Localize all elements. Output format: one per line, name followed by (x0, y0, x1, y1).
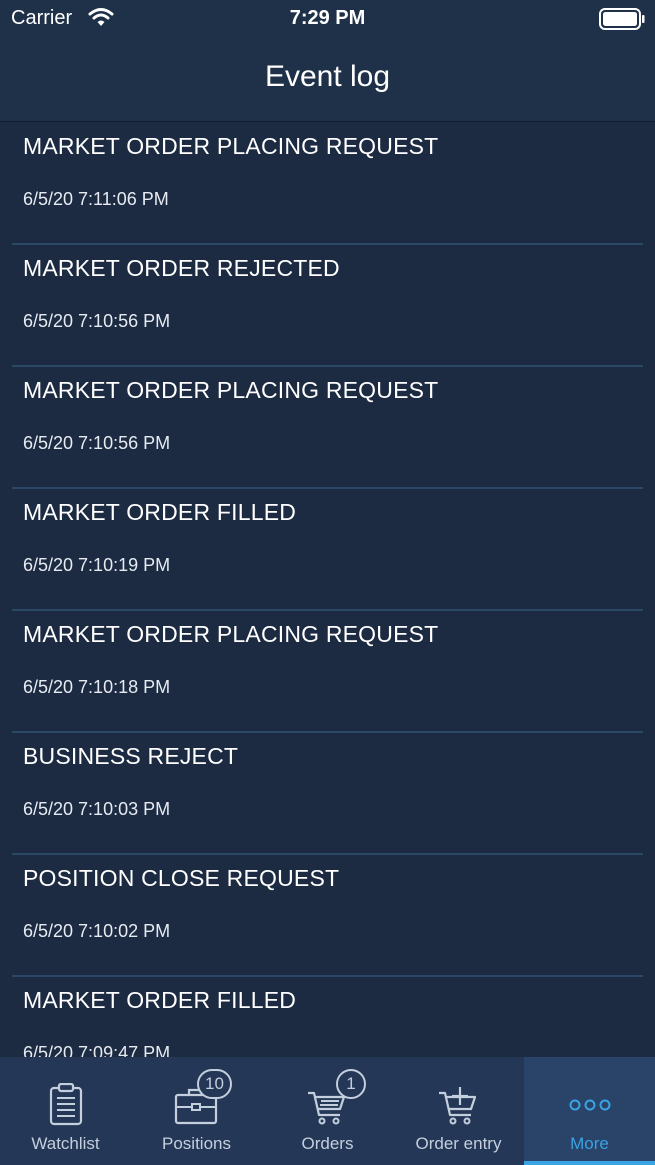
event-title: MARKET ORDER FILLED (23, 499, 297, 525)
event-timestamp: 6/5/20 7:10:56 PM (23, 311, 171, 331)
tab-order-entry-label: Order entry (415, 1134, 502, 1153)
event-timestamp: 6/5/20 7:09:47 PM (23, 1043, 171, 1057)
carrier-label: Carrier (11, 7, 73, 29)
event-title: MARKET ORDER PLACING REQUEST (23, 621, 439, 647)
tab-more[interactable]: More (524, 1057, 655, 1165)
tab-watchlist-label: Watchlist (31, 1134, 100, 1153)
event-title: MARKET ORDER FILLED (23, 987, 297, 1013)
status-bar: Carrier 7:29 PM (0, 0, 655, 38)
event-log-row[interactable]: MARKET ORDER PLACING REQUEST 6/5/20 7:11:… (12, 123, 643, 245)
tab-orders-label: Orders (301, 1134, 354, 1153)
event-title: MARKET ORDER PLACING REQUEST (23, 377, 439, 403)
more-icon (524, 1083, 655, 1127)
tab-orders[interactable]: 1 Orders (262, 1057, 393, 1165)
event-log-row[interactable]: MARKET ORDER PLACING REQUEST 6/5/20 7:10:… (12, 367, 643, 489)
event-log-row[interactable]: POSITION CLOSE REQUEST 6/5/20 7:10:02 PM (12, 855, 643, 977)
event-log-row[interactable]: MARKET ORDER REJECTED 6/5/20 7:10:56 PM (12, 245, 643, 367)
tab-positions-label: Positions (162, 1134, 231, 1153)
event-log-list[interactable]: MARKET ORDER PLACING REQUEST 6/5/20 7:11:… (0, 123, 655, 1057)
cart-icon (262, 1083, 393, 1127)
wifi-icon (88, 6, 114, 33)
event-log-row[interactable]: MARKET ORDER FILLED 6/5/20 7:10:19 PM (12, 489, 643, 611)
event-timestamp: 6/5/20 7:11:06 PM (23, 189, 169, 209)
active-tab-indicator (524, 1161, 655, 1165)
cart-add-icon (393, 1083, 524, 1127)
event-title: BUSINESS REJECT (23, 743, 239, 769)
page-title: Event log (264, 60, 391, 93)
event-title: MARKET ORDER PLACING REQUEST (23, 133, 439, 159)
event-timestamp: 6/5/20 7:10:56 PM (23, 433, 171, 453)
tab-bar: Watchlist 10 Positions 1 Orders Order en… (0, 1057, 655, 1165)
event-title: POSITION CLOSE REQUEST (23, 865, 340, 891)
tab-order-entry[interactable]: Order entry (393, 1057, 524, 1165)
briefcase-icon (131, 1083, 262, 1127)
navigation-bar: Event log (0, 38, 655, 122)
positions-count-badge: 10 (197, 1069, 232, 1099)
event-title: MARKET ORDER REJECTED (23, 255, 340, 281)
tab-more-label: More (570, 1134, 609, 1153)
event-log-row[interactable]: MARKET ORDER FILLED 6/5/20 7:09:47 PM (12, 977, 643, 1057)
orders-count-badge: 1 (336, 1069, 366, 1099)
tab-watchlist[interactable]: Watchlist (0, 1057, 131, 1165)
event-timestamp: 6/5/20 7:10:19 PM (23, 555, 171, 575)
event-timestamp: 6/5/20 7:10:03 PM (23, 799, 171, 819)
event-log-row[interactable]: MARKET ORDER PLACING REQUEST 6/5/20 7:10:… (12, 611, 643, 733)
tab-positions[interactable]: 10 Positions (131, 1057, 262, 1165)
event-timestamp: 6/5/20 7:10:02 PM (23, 921, 171, 941)
clipboard-icon (0, 1083, 131, 1127)
event-timestamp: 6/5/20 7:10:18 PM (23, 677, 171, 697)
event-log-row[interactable]: BUSINESS REJECT 6/5/20 7:10:03 PM (12, 733, 643, 855)
battery-icon (599, 8, 645, 35)
